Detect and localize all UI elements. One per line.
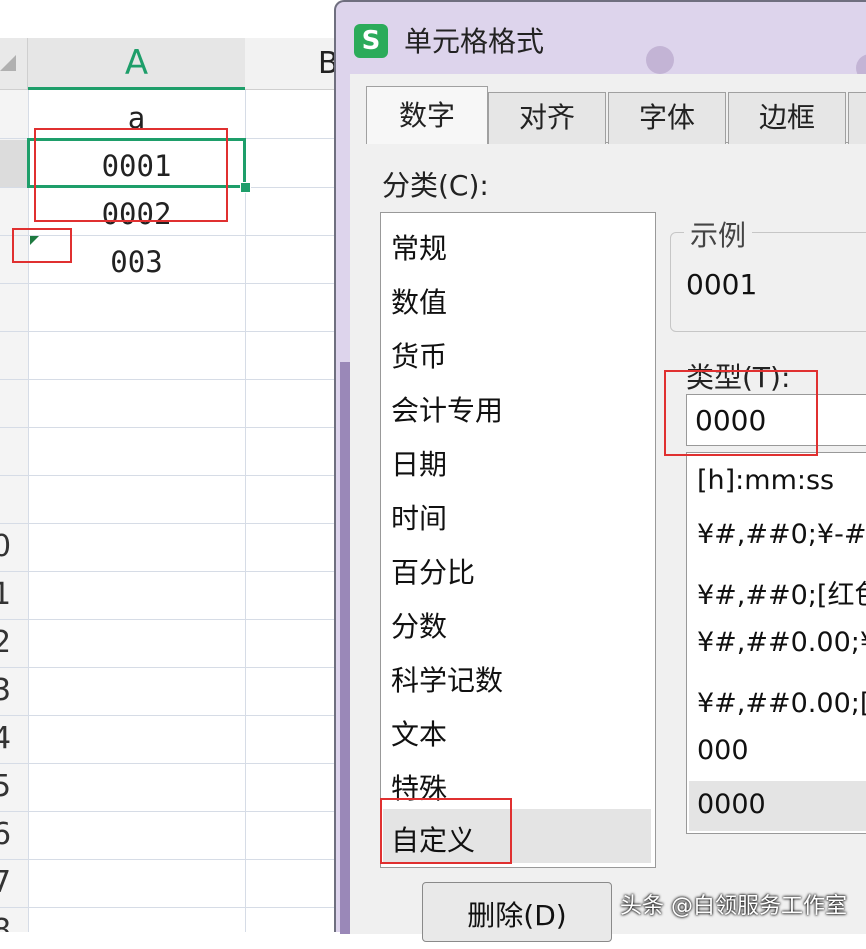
tab-border[interactable]: 边框 [728, 92, 846, 144]
format-item-selected[interactable]: 0000 [697, 789, 766, 820]
delete-button[interactable]: 删除(D) [422, 882, 612, 942]
grid-line [0, 571, 340, 572]
format-item[interactable]: ¥#,##0.00;[红 [697, 681, 866, 720]
format-listbox[interactable]: [h]:mm:ss ¥#,##0;¥-#, ¥#,##0;[红色 ¥#,##0.… [686, 452, 866, 834]
format-item[interactable]: ¥#,##0.00;¥ [697, 627, 866, 658]
grid-line [0, 523, 340, 524]
category-listbox[interactable]: 常规 数值 货币 会计专用 日期 时间 百分比 分数 科学记数 文本 特殊 自定… [380, 212, 656, 868]
category-item[interactable]: 会计专用 [391, 389, 503, 429]
grid-line [0, 379, 340, 380]
row-number[interactable]: 5 [0, 772, 12, 802]
annotation-box-indicator [12, 228, 72, 263]
dialog-side-strip [340, 362, 350, 934]
category-item[interactable]: 百分比 [391, 551, 475, 591]
format-item[interactable]: 000 [697, 735, 749, 766]
grid-line [0, 715, 340, 716]
category-item[interactable]: 分数 [391, 605, 447, 645]
annotation-box-custom [380, 798, 512, 864]
tab-overflow[interactable] [848, 92, 866, 144]
grid-line [0, 619, 340, 620]
annotation-box-type [664, 370, 818, 456]
row-number[interactable]: 7 [0, 868, 12, 898]
category-item[interactable]: 时间 [391, 497, 447, 537]
sample-label: 示例 [684, 214, 753, 254]
category-item[interactable]: 科学记数 [391, 659, 503, 699]
grid-line [0, 427, 340, 428]
wps-app-icon: S [354, 24, 388, 58]
row-number[interactable]: 3 [0, 676, 12, 706]
category-item[interactable]: 文本 [391, 713, 447, 753]
tab-alignment[interactable]: 对齐 [488, 92, 606, 144]
category-label: 分类(C): [382, 169, 489, 202]
row-number[interactable]: 2 [0, 628, 12, 658]
spreadsheet: A B a 0001 0002 003 0 1 2 3 4 5 6 7 8 [0, 0, 340, 932]
row-number[interactable]: 8 [0, 916, 12, 933]
grid-line [0, 475, 340, 476]
sample-value: 0001 [686, 268, 758, 301]
row-number[interactable]: 4 [0, 724, 12, 754]
grid-line [245, 90, 246, 932]
grid-line [0, 763, 340, 764]
blurred-decoration [646, 46, 674, 74]
dialog-titlebar[interactable]: S 单元格格式 [336, 2, 866, 82]
fill-handle[interactable] [240, 182, 251, 193]
row-number[interactable]: 0 [0, 532, 12, 562]
dialog-title: 单元格格式 [404, 25, 545, 58]
format-item[interactable]: [h]:mm:ss [697, 465, 834, 496]
column-header-a[interactable]: A [28, 38, 245, 90]
watermark: 头条 @白领服务工作室 [620, 894, 847, 919]
grid-line [0, 811, 340, 812]
annotation-box-cells [34, 128, 228, 222]
grid-line [0, 907, 340, 908]
category-item[interactable]: 常规 [391, 227, 447, 267]
format-item[interactable]: ¥#,##0;[红色 [697, 573, 866, 612]
column-header-b[interactable]: B [245, 38, 340, 90]
tab-font[interactable]: 字体 [608, 92, 726, 144]
grid-line [0, 859, 340, 860]
row-header-column [0, 90, 28, 932]
grid-line [0, 331, 340, 332]
format-item[interactable]: ¥#,##0;¥-#, [697, 519, 866, 550]
row-number[interactable]: 1 [0, 580, 12, 610]
category-item[interactable]: 数值 [391, 281, 447, 321]
category-item[interactable]: 货币 [391, 335, 447, 375]
select-all-triangle-icon [0, 55, 16, 71]
category-item[interactable]: 日期 [391, 443, 447, 483]
selected-row-header[interactable] [0, 140, 28, 188]
grid-line [0, 667, 340, 668]
row-number[interactable]: 6 [0, 820, 12, 850]
tab-number[interactable]: 数字 [366, 86, 488, 144]
